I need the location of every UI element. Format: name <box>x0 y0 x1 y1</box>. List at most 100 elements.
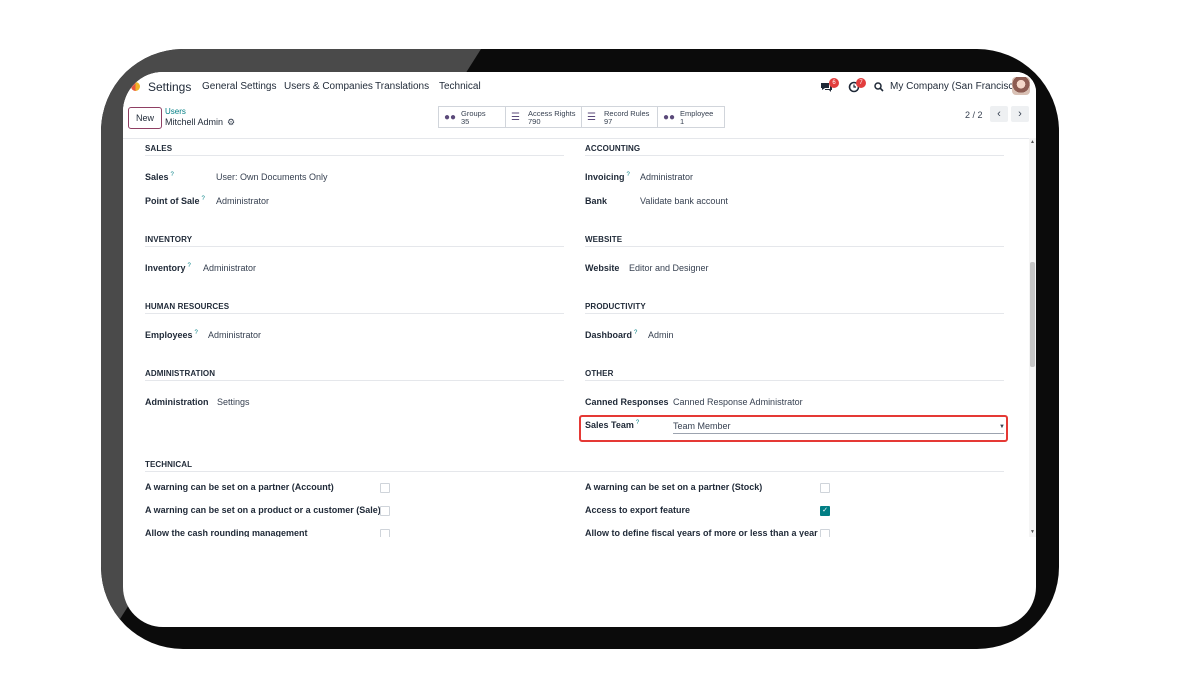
field-value-point-of-sale[interactable]: Administrator <box>216 196 269 206</box>
section-title-inventory: INVENTORY <box>145 235 193 244</box>
pager-previous-button[interactable]: ‹ <box>990 106 1008 122</box>
app-screen: Settings General Settings Users & Compan… <box>123 72 1036 627</box>
help-icon[interactable]: ? <box>195 330 198 336</box>
menu-translations[interactable]: Translations <box>375 81 429 92</box>
stat-count: 790 <box>528 117 541 126</box>
breadcrumb-current: Mitchell Admin <box>165 117 224 127</box>
section-divider <box>145 246 564 247</box>
tech-label-partner-account-warning: A warning can be set on a partner (Accou… <box>145 482 334 492</box>
tech-label-export-feature: Access to export feature <box>585 505 691 515</box>
field-value-canned-responses[interactable]: Canned Response Administrator <box>673 397 803 407</box>
search-icon[interactable] <box>874 82 884 92</box>
list-icon: ☰ <box>511 112 520 123</box>
section-divider <box>145 155 564 156</box>
field-label-bank: Bank <box>585 196 608 206</box>
section-divider <box>145 471 1004 472</box>
top-navbar: Settings General Settings Users & Compan… <box>123 72 1036 101</box>
field-label-sales-team: Sales Team? <box>585 420 640 430</box>
user-avatar[interactable] <box>1012 77 1030 95</box>
gear-icon[interactable]: ⚙ <box>227 117 235 128</box>
users-icon: ●● <box>444 112 457 123</box>
employee-stat-button[interactable]: ●● Employee 1 <box>658 107 724 127</box>
app-logo-icon[interactable] <box>131 82 140 91</box>
help-icon[interactable]: ? <box>171 172 174 178</box>
field-value-invoicing[interactable]: Administrator <box>640 172 693 182</box>
checkbox-export-feature[interactable]: ✓ <box>820 506 830 516</box>
section-divider <box>585 246 1004 247</box>
select-underline <box>673 433 1004 434</box>
field-label-inventory: Inventory? <box>145 263 191 273</box>
access-rights-stat-button[interactable]: ☰ Access Rights 790 <box>506 107 582 127</box>
section-title-technical: TECHNICAL <box>145 460 193 469</box>
section-divider <box>585 313 1004 314</box>
section-title-administration: ADMINISTRATION <box>145 369 216 378</box>
app-content: Settings General Settings Users & Compan… <box>123 72 1036 537</box>
menu-technical[interactable]: Technical <box>439 81 481 92</box>
list-icon: ☰ <box>587 112 596 123</box>
checkbox-partner-stock-warning[interactable] <box>820 483 830 493</box>
field-label-sales: Sales? <box>145 172 174 182</box>
section-title-human-resources: HUMAN RESOURCES <box>145 302 230 311</box>
help-icon[interactable]: ? <box>636 420 639 426</box>
field-label-employees: Employees? <box>145 330 198 340</box>
field-label-administration: Administration <box>145 397 209 407</box>
stat-count: 35 <box>461 117 470 126</box>
field-value-sales[interactable]: User: Own Documents Only <box>216 172 328 182</box>
scroll-down-arrow-icon[interactable]: ▼ <box>1030 529 1035 535</box>
stat-label: Employee <box>680 109 714 118</box>
sales-team-select[interactable]: Team Member <box>673 421 731 431</box>
section-title-other: OTHER <box>585 369 614 378</box>
field-label-website: Website <box>585 263 620 273</box>
sales-team-highlight <box>579 415 1008 442</box>
field-value-administration[interactable]: Settings <box>217 397 250 407</box>
tech-label-fiscal-years: Allow to define fiscal years of more or … <box>585 528 818 537</box>
section-title-productivity: PRODUCTIVITY <box>585 302 646 311</box>
field-value-website[interactable]: Editor and Designer <box>629 263 709 273</box>
control-panel: New Users Mitchell Admin ⚙ ●● Groups 35 … <box>123 101 1036 139</box>
help-icon[interactable]: ? <box>202 196 205 202</box>
company-switcher[interactable]: My Company (San Francisco) <box>890 81 1022 92</box>
stat-count: 1 <box>680 117 685 126</box>
scrollbar-thumb[interactable] <box>1030 262 1035 367</box>
checkbox-partner-account-warning[interactable] <box>380 483 390 493</box>
pager-next-button[interactable]: › <box>1011 106 1029 122</box>
section-title-website: WEBSITE <box>585 235 623 244</box>
users-icon: ●● <box>663 112 676 123</box>
section-divider <box>585 155 1004 156</box>
tech-label-cash-rounding: Allow the cash rounding management <box>145 528 308 537</box>
section-divider <box>145 380 564 381</box>
breadcrumb-users-link[interactable]: Users <box>165 107 186 116</box>
smart-buttons: ●● Groups 35 ☰ Access Rights 790 ☰ Recor… <box>438 106 725 128</box>
tech-label-product-sale-warning: A warning can be set on a product or a c… <box>145 505 381 515</box>
checkbox-cash-rounding[interactable] <box>380 529 390 537</box>
groups-stat-button[interactable]: ●● Groups 35 <box>439 107 506 127</box>
section-title-accounting: ACCOUNTING <box>585 144 641 153</box>
menu-users-companies[interactable]: Users & Companies <box>284 81 373 92</box>
record-rules-stat-button[interactable]: ☰ Record Rules 97 <box>582 107 658 127</box>
field-value-employees[interactable]: Administrator <box>208 330 261 340</box>
tech-label-partner-stock-warning: A warning can be set on a partner (Stock… <box>585 482 763 492</box>
messages-badge: 6 <box>829 78 839 88</box>
section-divider <box>585 380 1004 381</box>
pager-value[interactable]: 2 / 2 <box>965 110 983 120</box>
new-button[interactable]: New <box>128 107 162 129</box>
field-value-bank[interactable]: Validate bank account <box>640 196 728 206</box>
menu-general-settings[interactable]: General Settings <box>202 81 277 92</box>
caret-down-icon[interactable]: ▼ <box>999 424 1005 430</box>
help-icon[interactable]: ? <box>627 172 630 178</box>
checkbox-product-sale-warning[interactable] <box>380 506 390 516</box>
field-value-inventory[interactable]: Administrator <box>203 263 256 273</box>
section-title-sales: SALES <box>145 144 173 153</box>
stat-count: 97 <box>604 117 613 126</box>
field-label-point-of-sale: Point of Sale? <box>145 196 205 206</box>
field-label-invoicing: Invoicing? <box>585 172 630 182</box>
field-label-canned-responses: Canned Responses <box>585 397 669 407</box>
field-label-dashboard: Dashboard? <box>585 330 638 340</box>
help-icon[interactable]: ? <box>188 263 191 269</box>
scroll-up-arrow-icon[interactable]: ▲ <box>1030 139 1035 145</box>
app-title[interactable]: Settings <box>148 80 191 94</box>
help-icon[interactable]: ? <box>634 330 637 336</box>
checkbox-fiscal-years[interactable] <box>820 529 830 537</box>
field-value-dashboard[interactable]: Admin <box>648 330 674 340</box>
activities-badge: 7 <box>856 78 866 88</box>
